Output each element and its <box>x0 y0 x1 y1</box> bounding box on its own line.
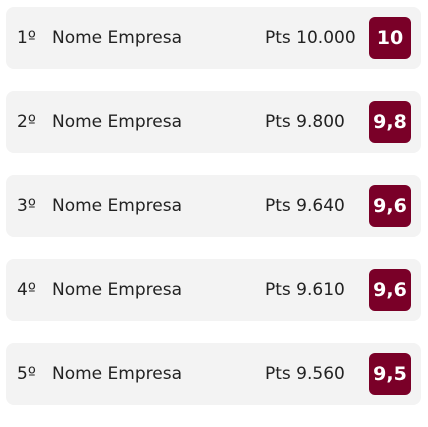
rank-position: 4º <box>17 280 36 300</box>
company-name: Nome Empresa <box>52 280 182 300</box>
score-badge: 9,6 <box>369 269 411 311</box>
score-badge: 9,8 <box>369 101 411 143</box>
ranking-row[interactable]: 5º Nome Empresa Pts 9.560 9,5 <box>6 343 421 405</box>
ranking-row[interactable]: 1º Nome Empresa Pts 10.000 10 <box>6 7 421 69</box>
ranking-list: 1º Nome Empresa Pts 10.000 10 2º Nome Em… <box>6 7 421 427</box>
rank-position: 3º <box>17 196 36 216</box>
ranking-row[interactable]: 3º Nome Empresa Pts 9.640 9,6 <box>6 175 421 237</box>
rank-position: 5º <box>17 364 36 384</box>
points-label: Pts 10.000 <box>265 28 356 48</box>
score-badge: 9,5 <box>369 353 411 395</box>
rank-position: 1º <box>17 28 36 48</box>
points-label: Pts 9.800 <box>265 112 345 132</box>
company-name: Nome Empresa <box>52 112 182 132</box>
company-name: Nome Empresa <box>52 196 182 216</box>
points-label: Pts 9.640 <box>265 196 345 216</box>
points-label: Pts 9.560 <box>265 364 345 384</box>
ranking-row[interactable]: 4º Nome Empresa Pts 9.610 9,6 <box>6 259 421 321</box>
score-badge: 10 <box>369 17 411 59</box>
points-label: Pts 9.610 <box>265 280 345 300</box>
company-name: Nome Empresa <box>52 28 182 48</box>
company-name: Nome Empresa <box>52 364 182 384</box>
score-badge: 9,6 <box>369 185 411 227</box>
ranking-row[interactable]: 2º Nome Empresa Pts 9.800 9,8 <box>6 91 421 153</box>
rank-position: 2º <box>17 112 36 132</box>
